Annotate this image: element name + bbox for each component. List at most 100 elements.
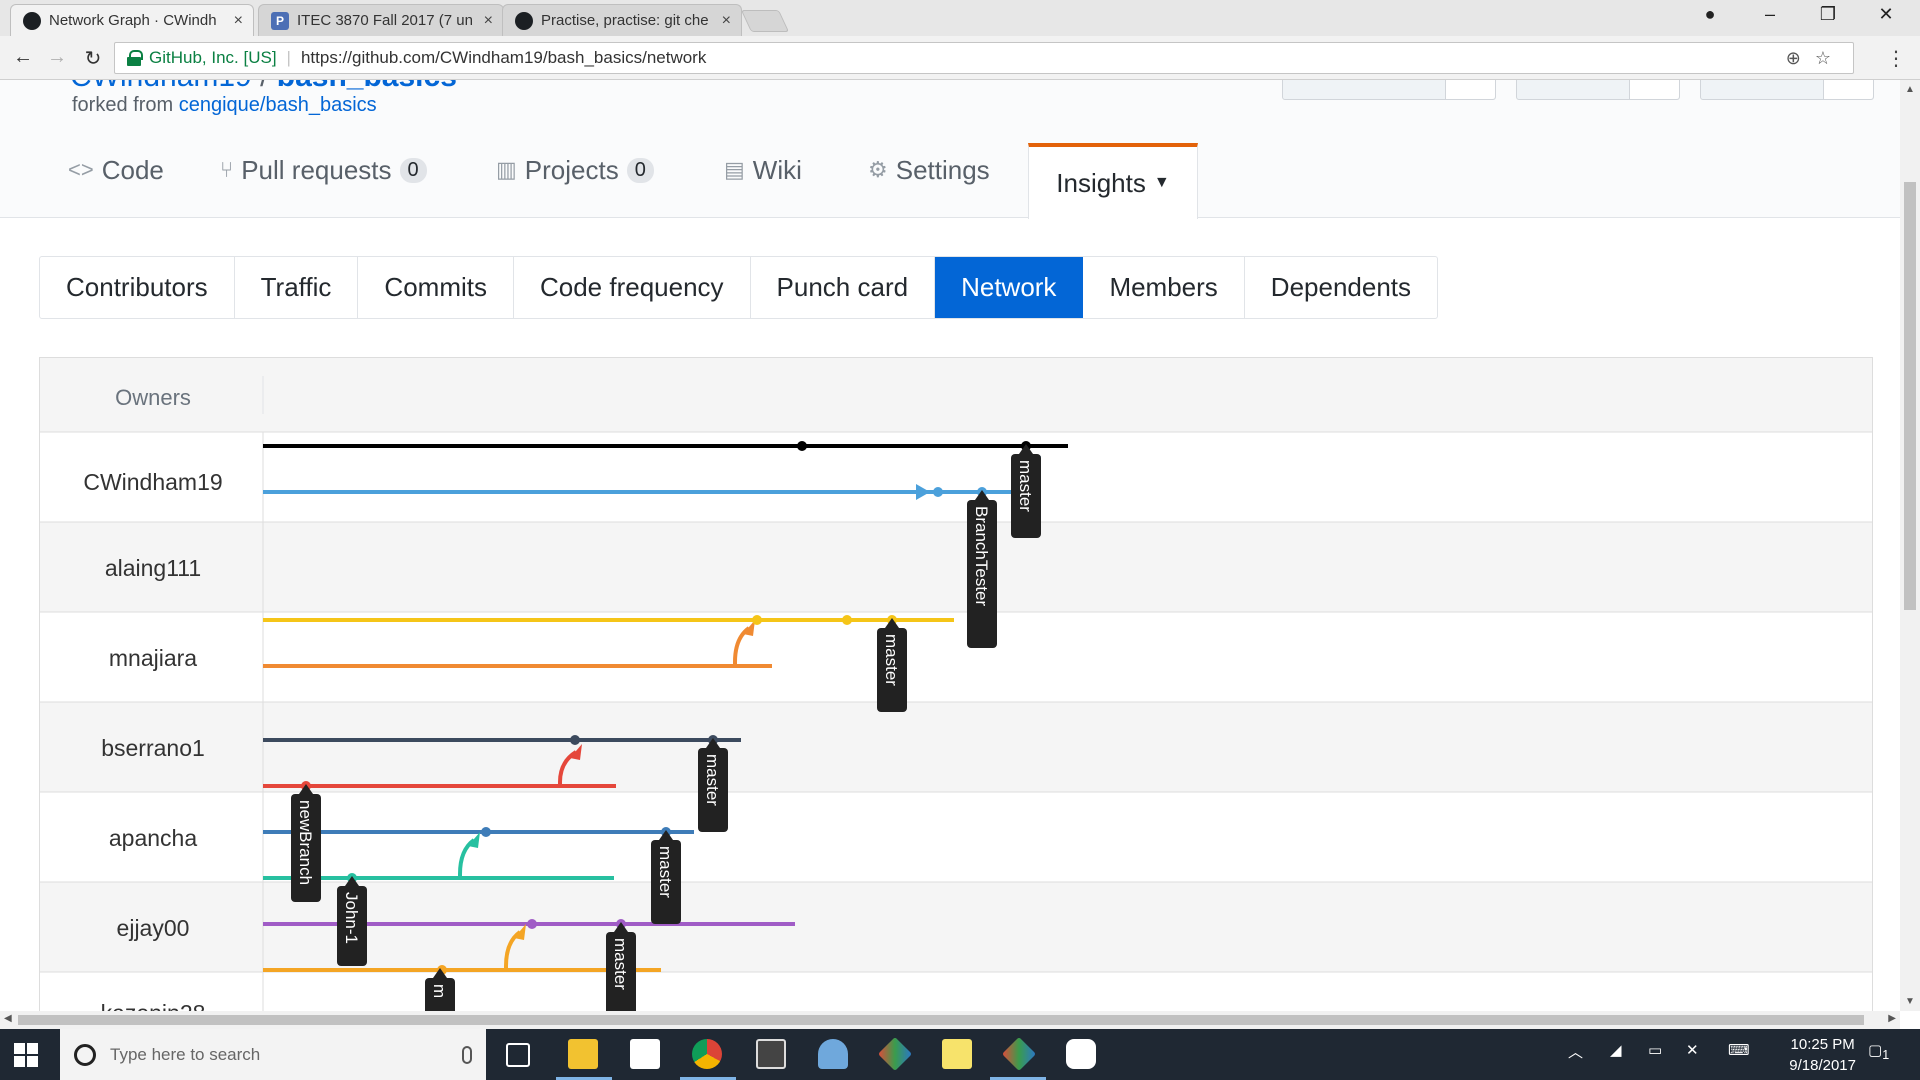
scroll-up-icon[interactable]: ▲ bbox=[1900, 84, 1920, 95]
tab-wiki[interactable]: ▤ Wiki bbox=[724, 140, 802, 200]
tab-title: ITEC 3870 Fall 2017 (7 un bbox=[297, 12, 473, 29]
vertical-scroll-thumb[interactable] bbox=[1904, 182, 1916, 610]
commit-dot bbox=[797, 441, 807, 451]
gitkraken-icon[interactable] bbox=[878, 1037, 912, 1071]
restore-icon[interactable]: ❐ bbox=[1808, 4, 1848, 25]
scroll-down-icon[interactable]: ▼ bbox=[1900, 996, 1920, 1007]
chevron-up-icon[interactable]: ︿ bbox=[1568, 1041, 1583, 1062]
zoom-icon[interactable]: ⊕ bbox=[1786, 48, 1815, 68]
subnav-members[interactable]: Members bbox=[1083, 257, 1245, 318]
calculator-icon[interactable] bbox=[756, 1039, 786, 1069]
star-button[interactable] bbox=[1516, 80, 1680, 100]
profile-icon[interactable]: ● bbox=[1690, 4, 1730, 25]
tab-settings[interactable]: ⚙ Settings bbox=[868, 140, 990, 200]
tab-title: Network Graph · CWindh bbox=[49, 12, 217, 29]
subnav-code-frequency[interactable]: Code frequency bbox=[514, 257, 751, 318]
sticky-notes-icon[interactable] bbox=[942, 1039, 972, 1069]
horizontal-scroll-thumb[interactable] bbox=[18, 1015, 1864, 1025]
scroll-left-icon[interactable]: ◀ bbox=[4, 1013, 12, 1024]
scroll-right-icon[interactable]: ▶ bbox=[1888, 1013, 1896, 1024]
subnav-punch-card[interactable]: Punch card bbox=[751, 257, 936, 318]
gear-icon: ⚙ bbox=[868, 157, 888, 182]
new-tab-button[interactable] bbox=[740, 10, 790, 32]
tab-practise-git[interactable]: Practise, practise: git che × bbox=[502, 4, 742, 36]
microphone-icon[interactable] bbox=[462, 1045, 472, 1064]
commit-dot bbox=[481, 827, 491, 837]
volume-muted-icon[interactable]: ✕ bbox=[1686, 1041, 1699, 1059]
chrome-menu-icon[interactable]: ⋮ bbox=[1886, 46, 1906, 71]
subnav-contributors[interactable]: Contributors bbox=[40, 257, 235, 318]
fork-button[interactable] bbox=[1700, 80, 1874, 100]
windows-start-icon[interactable] bbox=[14, 1043, 38, 1067]
clock-time: 10:25 PM bbox=[1790, 1036, 1855, 1053]
owner-name[interactable]: bserrano1 bbox=[101, 735, 205, 761]
url-text[interactable]: https://github.com/CWindham19/bash_basic… bbox=[301, 48, 706, 68]
tab-pull-requests-label: Pull requests bbox=[241, 154, 392, 185]
back-icon[interactable]: ← bbox=[10, 46, 36, 69]
close-window-icon[interactable]: ✕ bbox=[1866, 4, 1906, 25]
branch-label-text: master bbox=[656, 846, 675, 898]
tab-projects[interactable]: ▥ Projects 0 bbox=[496, 140, 654, 200]
owner-name[interactable]: apancha bbox=[109, 825, 197, 851]
branch-label: newBranch bbox=[291, 784, 321, 902]
address-bar[interactable]: GitHub, Inc. [US] | https://github.com/C… bbox=[114, 42, 1854, 74]
notification-icon[interactable]: ▢1 bbox=[1868, 1041, 1889, 1062]
network-graph-canvas[interactable]: Owners CWindham19 alaing111 mnajiara bse… bbox=[40, 358, 1873, 1011]
close-icon[interactable]: × bbox=[722, 12, 731, 30]
branch-label: master bbox=[877, 618, 907, 712]
commit-dot bbox=[527, 919, 537, 929]
code-icon: <> bbox=[68, 157, 94, 182]
bookmark-star-icon[interactable]: ☆ bbox=[1815, 48, 1845, 68]
close-icon[interactable]: × bbox=[484, 12, 493, 30]
battery-icon[interactable]: ▭ bbox=[1648, 1041, 1662, 1059]
commit-dot bbox=[752, 615, 762, 625]
keyboard-icon[interactable]: ⌨ bbox=[1728, 1041, 1750, 1059]
branch-label: master bbox=[1011, 444, 1041, 538]
fork-count[interactable] bbox=[1823, 80, 1873, 99]
forked-from-link[interactable]: cengique/bash_basics bbox=[179, 94, 377, 116]
slack-icon[interactable] bbox=[1066, 1039, 1096, 1069]
subnav-network[interactable]: Network bbox=[935, 257, 1084, 318]
reload-icon[interactable]: ↻ bbox=[80, 46, 106, 71]
vertical-scrollbar[interactable]: ▲ ▼ bbox=[1900, 80, 1920, 1011]
tab-projects-label: Projects bbox=[524, 154, 619, 185]
site-identity[interactable]: GitHub, Inc. [US] bbox=[149, 48, 277, 68]
owner-row-band bbox=[40, 702, 1872, 792]
minimize-icon[interactable]: – bbox=[1750, 4, 1790, 25]
owner-name[interactable]: CWindham19 bbox=[83, 469, 222, 495]
task-view-icon[interactable] bbox=[506, 1043, 530, 1067]
tab-code[interactable]: <> Code bbox=[68, 140, 164, 200]
repo-owner-link[interactable]: CWindham19 bbox=[70, 80, 252, 93]
owner-name[interactable]: mnajiara bbox=[109, 645, 197, 671]
owner-row-band bbox=[40, 522, 1872, 612]
repo-name-link[interactable]: bash_basics bbox=[277, 80, 457, 93]
repo-header: CWindham19 / bash_basics forked from cen… bbox=[0, 80, 1900, 219]
tab-pull-requests[interactable]: ⑂ Pull requests 0 bbox=[220, 140, 427, 200]
file-explorer-icon[interactable] bbox=[568, 1039, 598, 1069]
subnav-commits[interactable]: Commits bbox=[358, 257, 514, 318]
arrow-head-icon bbox=[916, 484, 930, 500]
forked-from: forked from cengique/bash_basics bbox=[72, 94, 377, 117]
tab-itec-3870[interactable]: P ITEC 3870 Fall 2017 (7 un × bbox=[258, 4, 504, 36]
owner-name[interactable]: alaing111 bbox=[105, 555, 201, 581]
network-icon[interactable]: ◢ bbox=[1610, 1041, 1622, 1059]
tab-insights[interactable]: Insights ▼ bbox=[1028, 143, 1198, 219]
owner-name[interactable]: kazenin28 bbox=[101, 1000, 206, 1011]
forward-icon[interactable]: → bbox=[44, 46, 70, 69]
close-icon[interactable]: × bbox=[234, 12, 243, 30]
watch-button[interactable] bbox=[1282, 80, 1496, 100]
network-graph[interactable]: Owners CWindham19 alaing111 mnajiara bse… bbox=[39, 357, 1873, 1011]
git-app-icon[interactable] bbox=[1002, 1037, 1036, 1071]
taskbar-clock[interactable]: 10:25 PM 9/18/2017 bbox=[1789, 1034, 1856, 1076]
database-icon[interactable] bbox=[818, 1039, 848, 1069]
taskbar-search[interactable]: Type here to search bbox=[60, 1029, 486, 1080]
owner-name[interactable]: ejjay00 bbox=[117, 915, 190, 941]
star-count[interactable] bbox=[1629, 80, 1679, 99]
horizontal-scrollbar[interactable]: ◀ ▶ bbox=[0, 1011, 1900, 1029]
subnav-dependents[interactable]: Dependents bbox=[1245, 257, 1437, 318]
watch-count[interactable] bbox=[1445, 80, 1495, 99]
store-icon[interactable] bbox=[630, 1039, 660, 1069]
tab-network-graph[interactable]: Network Graph · CWindh × bbox=[10, 4, 254, 36]
chrome-icon[interactable] bbox=[692, 1039, 722, 1069]
subnav-traffic[interactable]: Traffic bbox=[235, 257, 359, 318]
